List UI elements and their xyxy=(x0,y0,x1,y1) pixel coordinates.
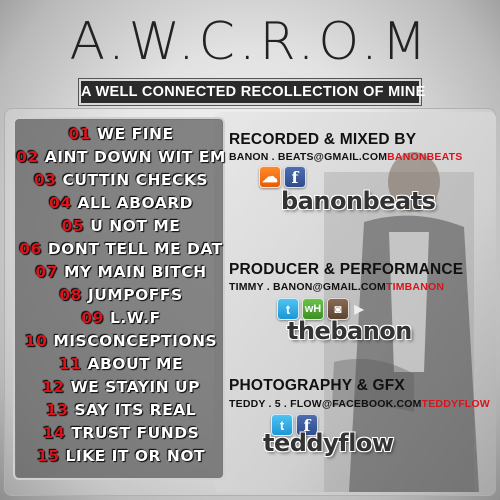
track-item: 11 ABOUT ME xyxy=(15,355,227,373)
email-text: TEDDY . 5 . FLOW@FACEBOOK.COM xyxy=(229,398,422,410)
track-name: MY MAIN BITCH xyxy=(63,263,207,281)
album-title: A.W.C.R.O.M xyxy=(69,12,431,72)
track-number: 05 xyxy=(61,217,85,235)
credit-email-recorded: BANON . BEATS@GMAIL.COMBANONBEATS xyxy=(229,151,462,163)
track-name: U NOT ME xyxy=(90,217,181,235)
track-number: 09 xyxy=(81,309,104,327)
track-item: 04 ALL ABOARD xyxy=(15,194,227,212)
track-item: 13 SAY ITS REAL xyxy=(15,401,227,419)
track-number: 14 xyxy=(42,424,66,442)
track-item: 14 TRUST FUNDS xyxy=(15,424,227,442)
tracklist-panel: 01 WE FINE 02 AINT DOWN WIT EM 03 CUTTIN CH… xyxy=(13,117,225,480)
track-item: 06 DONT TELL ME DAT xyxy=(15,240,227,258)
track-number: 04 xyxy=(48,194,72,212)
track-item: 12 WE STAYIN UP xyxy=(15,378,227,396)
track-number: 06 xyxy=(19,240,42,258)
track-name: TRUST FUNDS xyxy=(71,424,200,442)
track-item: 05 U NOT ME xyxy=(15,217,227,235)
track-number: 11 xyxy=(58,355,82,373)
track-number: 13 xyxy=(45,401,69,419)
track-item: 15 LIKE IT OR NOT xyxy=(15,447,227,465)
handle-text: BANONBEATS xyxy=(387,151,463,163)
track-name: MISCONCEPTIONS xyxy=(53,332,218,350)
credit-email-producer: TIMMY . BANON@GMAIL.COMTIMBANON xyxy=(229,281,444,293)
email-text: TIMMY . BANON@GMAIL.COM xyxy=(229,281,386,293)
track-item: 09 L.W.F xyxy=(15,309,227,327)
credits-panel: RECORDED & MIXED BY BANON . BEATS@GMAIL.… xyxy=(229,125,490,480)
credit-title-photography: PHOTOGRAPHY & GFX xyxy=(229,377,405,394)
track-number: 08 xyxy=(59,286,82,304)
track-number: 10 xyxy=(24,332,48,350)
handle-banonbeats[interactable]: banonbeats xyxy=(281,187,436,215)
track-name: WE STAYIN UP xyxy=(70,378,200,396)
credit-email-photography: TEDDY . 5 . FLOW@FACEBOOK.COMTEDDYFLOW xyxy=(229,398,490,410)
track-name: LIKE IT OR NOT xyxy=(65,447,206,465)
track-number: 07 xyxy=(35,263,58,281)
handle-teddyflow[interactable]: teddyflow xyxy=(263,429,394,457)
track-name: L.W.F xyxy=(110,309,161,327)
email-text: BANON . BEATS@GMAIL.COM xyxy=(229,151,388,163)
track-number: 02 xyxy=(16,148,39,166)
track-name: AINT DOWN WIT EM xyxy=(44,148,226,166)
handle-thebanon[interactable]: thebanon xyxy=(287,317,412,345)
track-name: CUTTIN CHECKS xyxy=(62,171,209,189)
credit-title-producer: PRODUCER & PERFORMANCE xyxy=(229,261,464,278)
track-name: DONT TELL ME DAT xyxy=(47,240,223,258)
track-name: WE FINE xyxy=(97,125,174,143)
handle-text: TIMBANON xyxy=(385,281,445,293)
track-name: ABOUT ME xyxy=(87,355,184,373)
credit-title-recorded: RECORDED & MIXED BY xyxy=(229,131,417,148)
track-number: 12 xyxy=(41,378,65,396)
track-name: SAY ITS REAL xyxy=(74,401,197,419)
track-number: 01 xyxy=(68,125,92,143)
facebook-icon[interactable]: f xyxy=(284,166,306,188)
track-number: 03 xyxy=(33,171,57,189)
track-item: 03 CUTTIN CHECKS xyxy=(15,171,227,189)
track-name: JUMPOFFS xyxy=(87,286,183,304)
track-item: 08 JUMPOFFS xyxy=(15,286,227,304)
handle-text: TEDDYFLOW xyxy=(421,398,490,410)
track-number: 15 xyxy=(36,447,60,465)
track-item: 01 WE FINE xyxy=(15,125,227,143)
track-name: ALL ABOARD xyxy=(77,194,194,212)
soundcloud-icon[interactable]: ☁ xyxy=(259,166,281,188)
track-item: 10 MISCONCEPTIONS xyxy=(15,332,227,350)
album-subtitle: A WELL CONNECTED RECOLLECTION OF MINE xyxy=(79,79,425,105)
track-item: 07 MY MAIN BITCH xyxy=(15,263,227,281)
track-item: 02 AINT DOWN WIT EM xyxy=(15,148,227,166)
